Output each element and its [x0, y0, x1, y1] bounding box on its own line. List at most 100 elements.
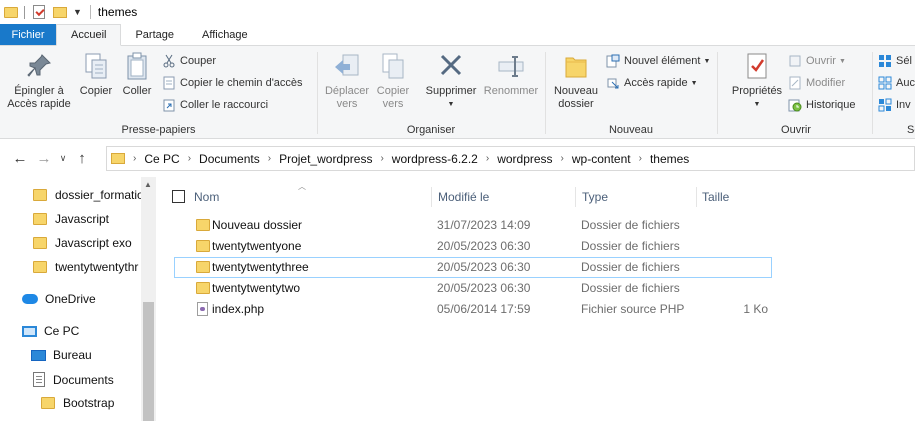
- open-icon: [788, 54, 802, 68]
- file-type: Dossier de fichiers: [581, 218, 680, 232]
- file-type: Dossier de fichiers: [581, 239, 680, 253]
- new-folder-icon: [560, 50, 592, 82]
- sidebar-item-documents[interactable]: Documents: [33, 372, 141, 387]
- scrollbar-thumb[interactable]: [143, 302, 154, 421]
- select-none-button[interactable]: Auc: [878, 73, 915, 93]
- breadcrumb-separator-icon[interactable]: ›: [188, 153, 191, 164]
- chevron-down-icon: ▼: [753, 101, 761, 108]
- copy-button[interactable]: Copier: [78, 50, 114, 98]
- sidebar-item-bootstrap[interactable]: Bootstrap: [41, 396, 141, 410]
- scroll-up-arrow-icon[interactable]: ▲: [144, 180, 152, 189]
- recent-locations-chevron-icon[interactable]: ∨: [56, 153, 70, 164]
- column-divider[interactable]: [575, 187, 576, 207]
- documents-icon: [33, 372, 45, 387]
- select-none-icon: [878, 76, 892, 90]
- pin-quick-access-button[interactable]: Épingler à Accès rapide: [4, 50, 74, 111]
- address-bar[interactable]: › Ce PC › Documents › Projet_wordpress ›…: [106, 146, 915, 171]
- folder-icon: [196, 219, 210, 231]
- properties-button[interactable]: Propriétés ▼: [722, 50, 792, 111]
- file-type: Fichier source PHP: [581, 302, 685, 316]
- column-header-type[interactable]: Type: [582, 190, 608, 204]
- tab-accueil[interactable]: Accueil: [56, 24, 122, 46]
- properties-quick-icon[interactable]: [33, 5, 45, 19]
- file-row[interactable]: index.php 05/06/2014 17:59 Fichier sourc…: [174, 299, 772, 320]
- copy-path-button[interactable]: Copier le chemin d'accès: [162, 73, 303, 93]
- history-icon: [788, 98, 802, 112]
- tab-affichage[interactable]: Affichage: [188, 24, 262, 45]
- select-all-icon: [878, 54, 892, 68]
- sidebar-item-label: Bureau: [53, 348, 92, 362]
- open-button[interactable]: Ouvrir ▼: [788, 51, 846, 71]
- file-row[interactable]: twentytwentytwo 20/05/2023 06:30 Dossier…: [174, 278, 772, 299]
- tab-partage[interactable]: Partage: [121, 24, 188, 45]
- paste-shortcut-icon: [162, 98, 176, 112]
- folder-icon: [4, 6, 18, 18]
- cut-button[interactable]: Couper: [162, 51, 216, 71]
- move-to-button[interactable]: Déplacer vers: [322, 50, 372, 111]
- history-button[interactable]: Historique: [788, 95, 856, 115]
- new-item-button[interactable]: Nouvel élément ▼: [606, 51, 710, 71]
- select-none-label: Auc: [896, 77, 915, 89]
- navigation-bar: ← → ∨ ↑ › Ce PC › Documents › Projet_wor…: [0, 140, 915, 177]
- sidebar-scrollbar[interactable]: ▲: [141, 177, 156, 421]
- breadcrumb-wordpress[interactable]: wordpress: [497, 152, 552, 166]
- breadcrumb-separator-icon[interactable]: ›: [639, 153, 642, 164]
- column-header-name[interactable]: Nom: [194, 190, 219, 204]
- rename-button[interactable]: Renommer: [481, 50, 541, 98]
- breadcrumb-documents[interactable]: Documents: [199, 152, 260, 166]
- copy-to-button[interactable]: Copier vers: [372, 50, 414, 111]
- sidebar-item-onedrive[interactable]: OneDrive: [22, 292, 141, 306]
- easy-access-button[interactable]: Accès rapide ▼: [606, 73, 698, 93]
- customize-quick-access-dropdown[interactable]: ▼: [73, 7, 82, 17]
- new-folder-button[interactable]: Nouveau dossier: [550, 50, 602, 111]
- folder-icon: [111, 153, 125, 164]
- forward-arrow-icon[interactable]: →: [32, 150, 56, 167]
- column-header-size[interactable]: Taille: [702, 190, 729, 204]
- new-folder-quick-icon[interactable]: [53, 6, 67, 18]
- breadcrumb-separator-icon[interactable]: ›: [133, 153, 136, 164]
- select-group-label: Sé: [907, 124, 915, 136]
- column-divider[interactable]: [431, 187, 432, 207]
- breadcrumb-separator-icon[interactable]: ›: [561, 153, 564, 164]
- sidebar-item-dossier-formation[interactable]: dossier_formatio: [33, 188, 141, 202]
- new-folder-label: Nouveau dossier: [553, 85, 599, 110]
- sidebar-item-label: twentytwentythr: [55, 260, 139, 274]
- breadcrumb-wp-content[interactable]: wp-content: [572, 152, 631, 166]
- file-size: 1 Ko: [743, 302, 768, 316]
- sidebar-item-javascript-exo[interactable]: Javascript exo: [33, 236, 141, 250]
- paste-shortcut-button[interactable]: Coller le raccourci: [162, 95, 268, 115]
- breadcrumb-separator-icon[interactable]: ›: [486, 153, 489, 164]
- edit-button[interactable]: Modifier: [788, 73, 845, 93]
- file-modified: 05/06/2014 17:59: [437, 302, 531, 316]
- file-row[interactable]: Nouveau dossier 31/07/2023 14:09 Dossier…: [174, 215, 772, 236]
- delete-button[interactable]: Supprimer ▼: [421, 50, 481, 111]
- sidebar-item-bureau[interactable]: Bureau: [31, 348, 141, 362]
- rename-label: Renommer: [483, 85, 539, 97]
- sidebar-item-ce-pc[interactable]: Ce PC: [22, 324, 141, 338]
- clipboard-group-label: Presse-papiers: [121, 124, 196, 136]
- breadcrumb-projet-wordpress[interactable]: Projet_wordpress: [279, 152, 372, 166]
- column-divider[interactable]: [696, 187, 697, 207]
- folder-icon: [33, 237, 47, 249]
- back-arrow-icon[interactable]: ←: [8, 150, 32, 167]
- chevron-down-icon: ▼: [838, 57, 846, 65]
- invert-selection-label: Inv: [896, 99, 911, 111]
- column-header-modified[interactable]: Modifié le: [438, 190, 489, 204]
- breadcrumb-separator-icon[interactable]: ›: [380, 153, 383, 164]
- sidebar-item-twentytwentythree[interactable]: twentytwentythr: [33, 260, 141, 274]
- breadcrumb-ce-pc[interactable]: Ce PC: [144, 152, 179, 166]
- breadcrumb-wordpress-version[interactable]: wordpress-6.2.2: [392, 152, 478, 166]
- tab-fichier[interactable]: Fichier: [0, 24, 56, 45]
- invert-selection-button[interactable]: Inv: [878, 95, 911, 115]
- file-row[interactable]: twentytwentyone 20/05/2023 06:30 Dossier…: [174, 236, 772, 257]
- file-row-focused[interactable]: twentytwentythree 20/05/2023 06:30 Dossi…: [174, 257, 772, 278]
- select-all-checkbox[interactable]: [172, 190, 185, 203]
- breadcrumb-themes[interactable]: themes: [650, 152, 689, 166]
- up-arrow-icon[interactable]: ↑: [70, 150, 94, 167]
- breadcrumb-separator-icon[interactable]: ›: [268, 153, 271, 164]
- onedrive-icon: [22, 294, 38, 304]
- select-all-button[interactable]: Sél: [878, 51, 912, 71]
- clipboard-icon: [121, 50, 153, 82]
- paste-button[interactable]: Coller: [118, 50, 156, 98]
- sidebar-item-javascript[interactable]: Javascript: [33, 212, 141, 226]
